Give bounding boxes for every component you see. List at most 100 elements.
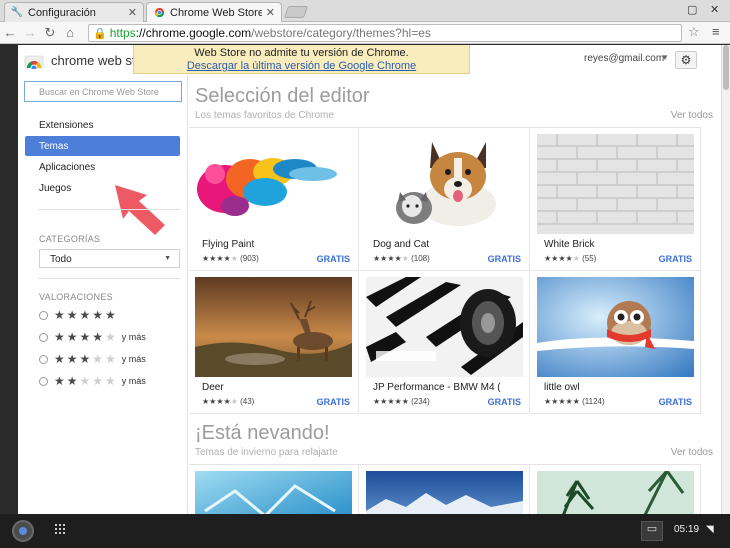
theme-card[interactable]: [189, 465, 359, 514]
scrollbar-thumb[interactable]: [723, 45, 729, 90]
rating-count: (903): [240, 254, 259, 263]
theme-card-white-brick[interactable]: White Brick ★★★★★ (55) GRATIS: [531, 128, 701, 271]
wifi-icon[interactable]: ◥: [706, 524, 714, 535]
section-subtitle: Los temas favoritos de Chrome: [195, 110, 334, 121]
theme-name: White Brick: [544, 239, 595, 250]
banner-message: Web Store no admite tu versión de Chrome…: [194, 47, 409, 59]
see-all-link[interactable]: Ver todos: [671, 110, 713, 121]
theme-thumbnail: [537, 471, 694, 514]
theme-rating: ★★★★★ (108): [373, 254, 430, 263]
star-rating: ★★★: [54, 352, 93, 366]
download-chrome-link[interactable]: Descargar la última versión de Google Ch…: [187, 60, 416, 72]
radio-button[interactable]: [39, 354, 48, 364]
divider: [38, 209, 180, 210]
theme-name: Dog and Cat: [373, 239, 430, 250]
theme-rating: ★★★★★ (43): [202, 397, 255, 406]
browser-toolbar: ← → ↻ ⌂ 🔒 https://chrome.google.com/webs…: [0, 22, 730, 44]
store-title[interactable]: chrome web sto: [51, 53, 143, 68]
bookmark-star-icon[interactable]: ☆: [688, 24, 700, 40]
price-label[interactable]: GRATIS: [317, 397, 350, 407]
price-label[interactable]: GRATIS: [488, 397, 521, 407]
notification-icon[interactable]: ▭: [641, 521, 663, 541]
rating-filter-5[interactable]: ★★★★★: [39, 308, 122, 322]
theme-card-jp-performance[interactable]: JP Performance - BMW M4 (unoffi... ★★★★★…: [360, 271, 530, 414]
rating-filter-2[interactable]: ★★ ★★★ y más: [39, 374, 146, 388]
unsupported-version-banner: Web Store no admite tu versión de Chrome…: [133, 45, 470, 74]
theme-card-deer[interactable]: Deer ★★★★★ (43) GRATIS: [189, 271, 359, 414]
url-path: /webstore/category/themes?hl=es: [251, 26, 431, 40]
theme-grid: [189, 464, 701, 514]
category-select[interactable]: Todo ▼: [39, 249, 180, 268]
divider: [38, 278, 180, 279]
back-icon[interactable]: ←: [0, 25, 20, 40]
rating-suffix: y más: [121, 354, 146, 364]
rating-suffix: y más: [121, 376, 146, 386]
close-window-icon[interactable]: ✕: [710, 3, 719, 16]
rating-filter-4[interactable]: ★★★★ ★ y más: [39, 330, 146, 344]
price-label[interactable]: GRATIS: [488, 254, 521, 264]
url-scheme: https: [109, 26, 136, 40]
theme-card[interactable]: [360, 465, 530, 514]
wrench-icon: 🔧: [10, 7, 24, 18]
sidebar-item-temas[interactable]: Temas: [25, 136, 180, 156]
sidebar: Buscar en Chrome Web Store Extensiones T…: [18, 75, 188, 514]
sidebar-item-extensiones[interactable]: Extensiones: [25, 115, 180, 135]
theme-thumbnail: [195, 134, 352, 234]
store-header: chrome web sto reyes@gmail.com ▼ ⚙ Web S…: [18, 45, 721, 75]
app-launcher-icon[interactable]: [55, 524, 67, 536]
chevron-down-icon[interactable]: ▼: [661, 53, 669, 62]
price-label[interactable]: GRATIS: [659, 254, 692, 264]
main-content: Selección del editor Los temas favoritos…: [189, 75, 721, 514]
see-all-link[interactable]: Ver todos: [671, 447, 713, 458]
chrome-app-icon[interactable]: [12, 520, 34, 542]
category-value: Todo: [50, 254, 72, 265]
rating-suffix: y más: [121, 332, 146, 342]
forward-icon[interactable]: →: [20, 25, 40, 40]
radio-button[interactable]: [39, 332, 48, 342]
theme-card-flying-paint[interactable]: Flying Paint ★★★★★ (903) GRATIS: [189, 128, 359, 271]
categories-label: CATEGORÍAS: [39, 234, 101, 244]
theme-thumbnail: [537, 277, 694, 377]
tab-configuracion[interactable]: 🔧 Configuración ✕: [4, 2, 144, 22]
rating-count: (55): [582, 254, 597, 263]
theme-name: Deer: [202, 382, 224, 393]
new-tab-button[interactable]: [283, 6, 309, 18]
close-tab-icon[interactable]: ✕: [266, 6, 275, 19]
user-email[interactable]: reyes@gmail.com: [584, 53, 664, 64]
price-label[interactable]: GRATIS: [317, 254, 350, 264]
close-tab-icon[interactable]: ✕: [128, 6, 137, 19]
theme-rating: ★★★★★ (234): [373, 397, 430, 406]
rating-filter-3[interactable]: ★★★ ★★ y más: [39, 352, 146, 366]
address-bar[interactable]: 🔒 https://chrome.google.com/webstore/cat…: [88, 24, 682, 42]
theme-rating: ★★★★★ (1124): [544, 397, 605, 406]
settings-button[interactable]: ⚙: [675, 51, 697, 69]
page-scrollbar[interactable]: [721, 45, 730, 514]
theme-thumbnail: [366, 134, 523, 234]
lock-icon: 🔒: [93, 27, 107, 40]
theme-card-dog-and-cat[interactable]: Dog and Cat ★★★★★ (108) GRATIS: [360, 128, 530, 271]
theme-name: little owl: [544, 382, 580, 393]
reload-icon[interactable]: ↻: [40, 25, 60, 41]
search-input[interactable]: Buscar en Chrome Web Store: [24, 81, 182, 102]
theme-thumbnail: [366, 277, 523, 377]
theme-card[interactable]: [531, 465, 701, 514]
os-shelf: ▭ 05:19 ◥: [0, 514, 730, 548]
maximize-icon[interactable]: ▢: [687, 3, 697, 16]
rating-count: (1124): [582, 397, 605, 406]
section-title[interactable]: ¡Está nevando!: [195, 422, 330, 445]
theme-thumbnail: [195, 277, 352, 377]
radio-button[interactable]: [39, 310, 48, 320]
webstore-logo-icon[interactable]: [24, 53, 44, 69]
tab-chrome-web-store[interactable]: Chrome Web Store - Tem ✕: [146, 2, 282, 22]
theme-card-little-owl[interactable]: little owl ★★★★★ (1124) GRATIS: [531, 271, 701, 414]
radio-button[interactable]: [39, 376, 48, 386]
price-label[interactable]: GRATIS: [659, 397, 692, 407]
tab-strip: 🔧 Configuración ✕ Chrome Web Store - Tem…: [0, 0, 730, 22]
gear-icon: ⚙: [680, 53, 692, 67]
section-title[interactable]: Selección del editor: [195, 85, 370, 108]
sidebar-item-aplicaciones[interactable]: Aplicaciones: [25, 157, 180, 177]
home-icon[interactable]: ⌂: [60, 25, 80, 40]
star-rating: ★★: [54, 374, 80, 388]
menu-icon[interactable]: ≡: [712, 24, 720, 39]
clock[interactable]: 05:19: [674, 524, 699, 535]
